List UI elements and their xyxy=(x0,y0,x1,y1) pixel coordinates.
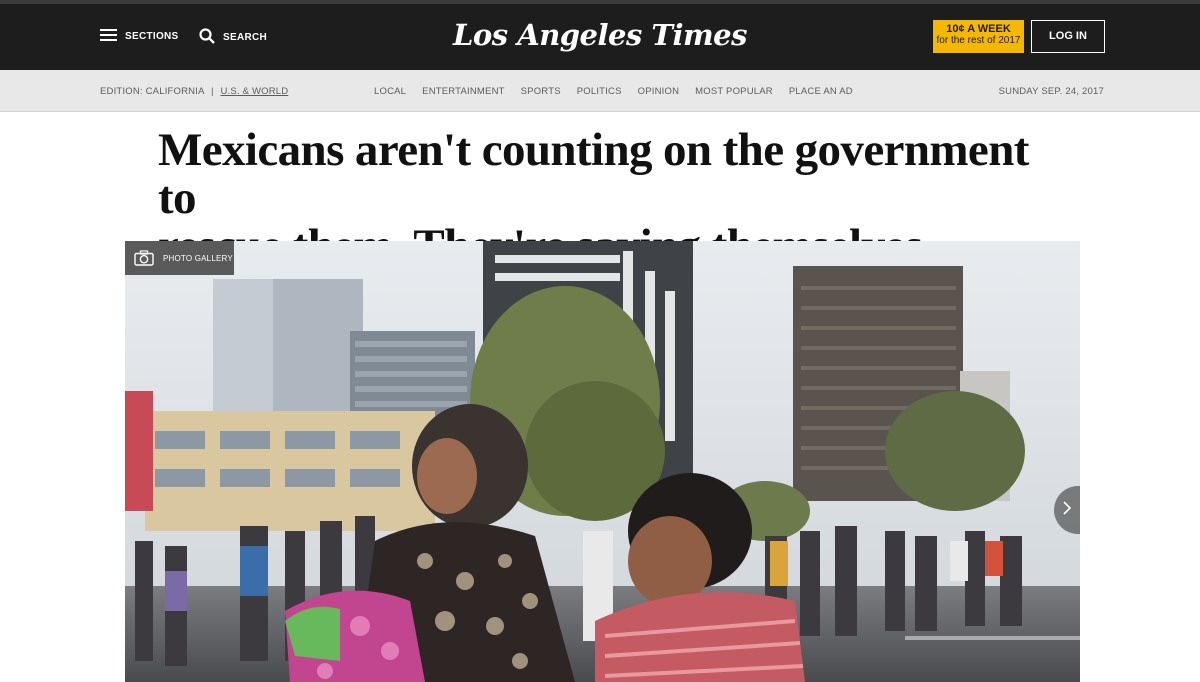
edition-date: SUNDAY SEP. 24, 2017 xyxy=(998,86,1104,97)
edition-world-link[interactable]: U.S. & WORLD xyxy=(220,86,288,97)
section-nav-bar: EDITION: CALIFORNIA | U.S. & WORLD LOCAL… xyxy=(0,70,1200,112)
photo-gallery-label: PHOTO GALLERY xyxy=(163,253,233,263)
chevron-right-icon xyxy=(1062,500,1072,521)
nav-opinion[interactable]: OPINION xyxy=(638,86,680,97)
nav-entertainment[interactable]: ENTERTAINMENT xyxy=(422,86,504,97)
promo-subtext: for the rest of 2017 xyxy=(936,35,1021,46)
camera-icon xyxy=(134,250,154,266)
login-button[interactable]: LOG IN xyxy=(1031,20,1105,53)
promo-price: 10¢ A WEEK xyxy=(946,23,1011,35)
nav-place-an-ad[interactable]: PLACE AN AD xyxy=(789,86,853,97)
photo-gallery-button[interactable]: PHOTO GALLERY xyxy=(125,241,234,275)
edition-separator: | xyxy=(210,86,214,97)
hero-photo-illustration xyxy=(125,241,1080,682)
nav-local[interactable]: LOCAL xyxy=(374,86,406,97)
top-bar: SECTIONS SEARCH Los Angeles Times 10¢ A … xyxy=(0,0,1200,70)
headline-line-1: Mexicans aren't counting on the governme… xyxy=(158,124,1029,224)
edition-selector: EDITION: CALIFORNIA | U.S. & WORLD xyxy=(100,86,288,97)
nav-most-popular[interactable]: MOST POPULAR xyxy=(695,86,773,97)
nav-sports[interactable]: SPORTS xyxy=(521,86,561,97)
hero-photo[interactable]: PHOTO GALLERY xyxy=(125,241,1080,682)
subscribe-promo-button[interactable]: 10¢ A WEEK for the rest of 2017 xyxy=(933,20,1024,53)
edition-label: EDITION: CALIFORNIA xyxy=(100,86,205,97)
nav-politics[interactable]: POLITICS xyxy=(577,86,622,97)
section-menu: LOCAL ENTERTAINMENT SPORTS POLITICS OPIN… xyxy=(374,86,869,97)
